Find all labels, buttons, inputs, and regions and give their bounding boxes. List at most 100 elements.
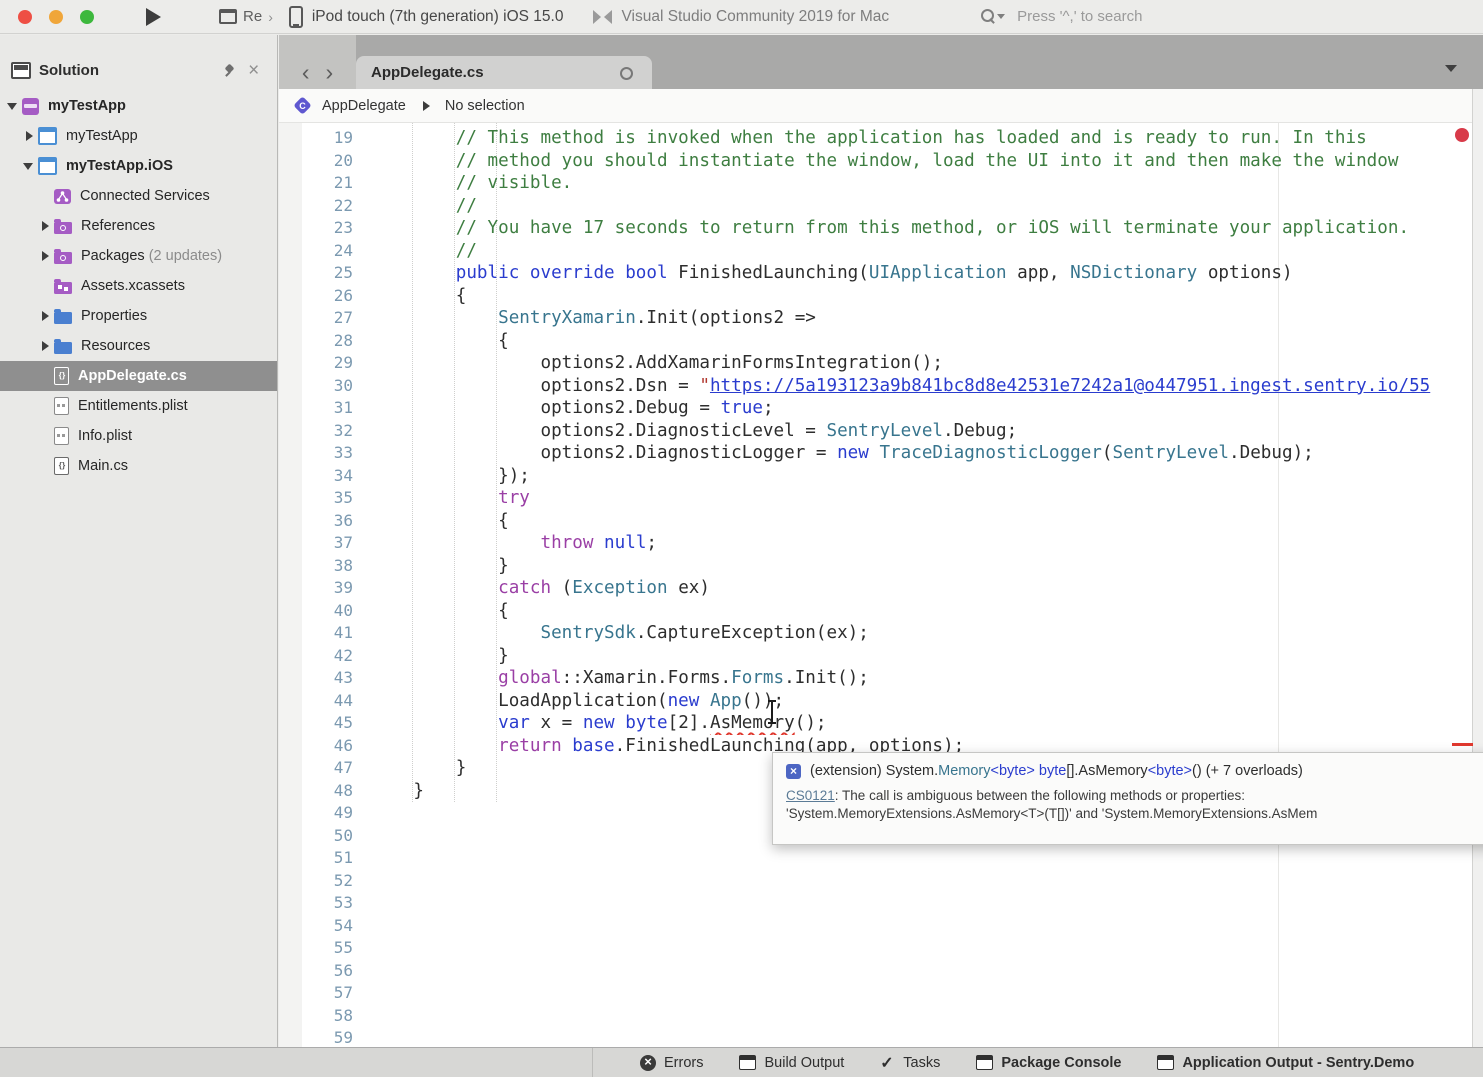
code-line[interactable]: 22 //: [279, 195, 1472, 218]
sidebar-item-references[interactable]: References: [0, 211, 277, 241]
code-line[interactable]: 40 {: [279, 600, 1472, 623]
tasks-icon: [880, 1055, 895, 1071]
code-line[interactable]: 39 catch (Exception ex): [279, 577, 1472, 600]
collapsed-arrow-icon[interactable]: [22, 129, 38, 143]
extension-method-icon: [786, 764, 801, 779]
panel-tab-label: Build Output: [764, 1055, 844, 1071]
sidebar-item-mytestapp[interactable]: myTestApp: [0, 121, 277, 151]
code-line[interactable]: 20 // method you should instantiate the …: [279, 150, 1472, 173]
back-arrow-icon[interactable]: [302, 63, 310, 81]
search-icon: [981, 8, 1005, 25]
code-line[interactable]: 27 SentryXamarin.Init(options2 =>: [279, 307, 1472, 330]
panel-tab-application-output-sentry-demo[interactable]: Application Output - Sentry.Demo: [1157, 1055, 1414, 1071]
solution-panel-icon: [11, 62, 31, 79]
sidebar-item-info-plist[interactable]: Info.plist: [0, 421, 277, 451]
code-line[interactable]: 19 // This method is invoked when the ap…: [279, 127, 1472, 150]
code-line[interactable]: 25 public override bool FinishedLaunchin…: [279, 262, 1472, 285]
zoom-window-button[interactable]: [80, 10, 94, 24]
line-number: 24: [279, 240, 353, 263]
sidebar-item-main-cs[interactable]: Main.cs: [0, 451, 277, 481]
run-button[interactable]: [146, 8, 161, 26]
line-number: 31: [279, 397, 353, 420]
code-line[interactable]: 36 {: [279, 510, 1472, 533]
project-icon: [38, 157, 57, 175]
code-line[interactable]: 45 var x = new byte[2].AsMemory();: [279, 712, 1472, 735]
scrollbar-overview-strip[interactable]: [1472, 89, 1483, 1047]
sidebar-item-label: Main.cs: [78, 458, 128, 474]
close-window-button[interactable]: [18, 10, 32, 24]
code-line[interactable]: 23 // You have 17 seconds to return from…: [279, 217, 1472, 240]
code-line[interactable]: 37 throw null;: [279, 532, 1472, 555]
expanded-arrow-icon[interactable]: [22, 159, 38, 173]
panel-tab-errors[interactable]: Errors: [640, 1055, 703, 1071]
build-configuration-selector[interactable]: Re: [219, 8, 273, 25]
error-code-link[interactable]: CS0121: [786, 788, 835, 803]
assets-icon: [54, 282, 72, 294]
code-line[interactable]: 41 SentrySdk.CaptureException(ex);: [279, 622, 1472, 645]
sidebar-item-mytestapp-ios[interactable]: myTestApp.iOS: [0, 151, 277, 181]
line-number: 59: [279, 1027, 353, 1047]
code-line[interactable]: 59: [279, 1027, 1472, 1047]
breadcrumb-selection[interactable]: No selection: [445, 98, 525, 114]
breadcrumb-class[interactable]: AppDelegate: [322, 98, 406, 114]
code-line[interactable]: 57: [279, 982, 1472, 1005]
code-line[interactable]: 44 LoadApplication(new App());: [279, 690, 1472, 713]
tab-list-dropdown-icon[interactable]: [1445, 65, 1457, 72]
code-line[interactable]: 30 options2.Dsn = "https://5a193123a9b84…: [279, 375, 1472, 398]
package-console-icon: [976, 1055, 993, 1070]
code-line[interactable]: 54: [279, 915, 1472, 938]
sidebar-item-resources[interactable]: Resources: [0, 331, 277, 361]
sidebar-item-connected-services[interactable]: Connected Services: [0, 181, 277, 211]
project-icon: [38, 127, 57, 145]
code-line[interactable]: 58: [279, 1005, 1472, 1028]
code-line[interactable]: 21 // visible.: [279, 172, 1472, 195]
code-line[interactable]: 51: [279, 847, 1472, 870]
code-line[interactable]: 31 options2.Debug = true;: [279, 397, 1472, 420]
line-number: 25: [279, 262, 353, 285]
code-line[interactable]: 29 options2.AddXamarinFormsIntegration()…: [279, 352, 1472, 375]
pin-icon[interactable]: [223, 64, 236, 77]
tab-appdelegate[interactable]: AppDelegate.cs: [356, 56, 652, 89]
code-line[interactable]: 24 //: [279, 240, 1472, 263]
sidebar-item-appdelegate-cs[interactable]: AppDelegate.cs: [0, 361, 277, 391]
collapsed-arrow-icon[interactable]: [38, 219, 54, 233]
sidebar-item-packages[interactable]: Packages (2 updates): [0, 241, 277, 271]
search-field[interactable]: Press '^,' to search: [981, 8, 1142, 25]
code-line[interactable]: 28 {: [279, 330, 1472, 353]
sidebar-item-mytestapp[interactable]: myTestApp: [0, 91, 277, 121]
sidebar-item-properties[interactable]: Properties: [0, 301, 277, 331]
line-number: 37: [279, 532, 353, 555]
error-location-marker[interactable]: [1452, 743, 1473, 746]
sidebar-item-assets-xcassets[interactable]: Assets.xcassets: [0, 271, 277, 301]
close-icon[interactable]: [248, 64, 259, 77]
code-line[interactable]: 43 global::Xamarin.Forms.Forms.Init();: [279, 667, 1472, 690]
forward-arrow-icon[interactable]: [326, 63, 334, 81]
code-line[interactable]: 42 }: [279, 645, 1472, 668]
collapsed-arrow-icon[interactable]: [38, 249, 54, 263]
device-selector[interactable]: iPod touch (7th generation) iOS 15.0: [289, 6, 564, 28]
folder-icon: [54, 342, 72, 354]
code-line[interactable]: 55: [279, 937, 1472, 960]
collapsed-arrow-icon[interactable]: [38, 309, 54, 323]
code-line[interactable]: 52: [279, 870, 1472, 893]
collapsed-arrow-icon[interactable]: [38, 339, 54, 353]
code-line[interactable]: 35 try: [279, 487, 1472, 510]
error-status-dot-icon[interactable]: [1455, 128, 1469, 142]
panel-tab-build-output[interactable]: Build Output: [739, 1055, 844, 1071]
expanded-arrow-icon[interactable]: [6, 99, 22, 113]
editor-region: AppDelegate.cs AppDelegate No selection …: [279, 35, 1483, 1047]
sidebar-item-entitlements-plist[interactable]: Entitlements.plist: [0, 391, 277, 421]
code-line[interactable]: 56: [279, 960, 1472, 983]
code-line[interactable]: 38 }: [279, 555, 1472, 578]
code-line[interactable]: 26 {: [279, 285, 1472, 308]
code-line[interactable]: 34 });: [279, 465, 1472, 488]
panel-tab-package-console[interactable]: Package Console: [976, 1055, 1121, 1071]
code-line[interactable]: 53: [279, 892, 1472, 915]
code-line[interactable]: 33 options2.DiagnosticLogger = new Trace…: [279, 442, 1472, 465]
code-editor[interactable]: 19 // This method is invoked when the ap…: [279, 123, 1472, 1047]
code-line[interactable]: 32 options2.DiagnosticLevel = SentryLeve…: [279, 420, 1472, 443]
error-tooltip: (extension) System.Memory<byte> byte[].A…: [772, 752, 1483, 845]
references-folder-icon: [54, 222, 72, 234]
minimize-window-button[interactable]: [49, 10, 63, 24]
panel-tab-tasks[interactable]: Tasks: [880, 1055, 940, 1071]
